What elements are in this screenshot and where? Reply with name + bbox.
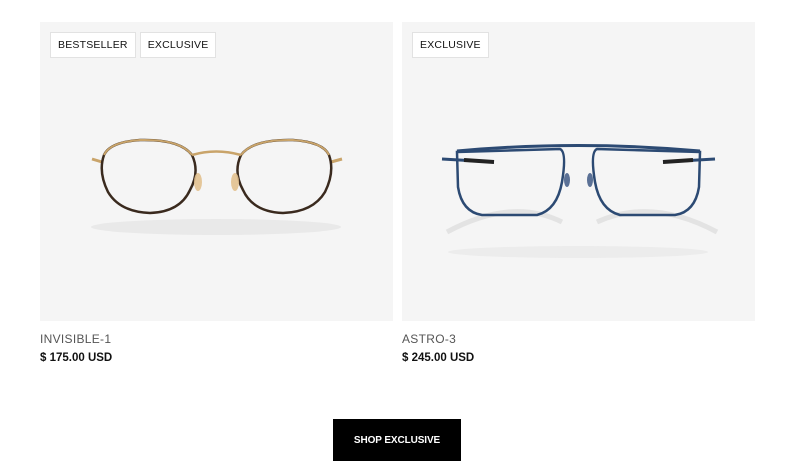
product-image-container[interactable]: EXCLUSIVE xyxy=(402,22,755,321)
product-name[interactable]: ASTRO-3 xyxy=(402,332,755,346)
shop-exclusive-button[interactable]: SHOP EXCLUSIVE xyxy=(333,419,461,461)
product-card-astro-3[interactable]: EXCLUSIVE ASTRO-3 $ 245.00 USD xyxy=(402,22,755,364)
product-name[interactable]: INVISIBLE-1 xyxy=(40,332,393,346)
product-price: $ 245.00 USD xyxy=(402,352,475,364)
rectangular-eyeglasses-image xyxy=(441,144,719,258)
product-card-invisible-1[interactable]: BESTSELLER EXCLUSIVE INVISIBLE-1 $ 175.0… xyxy=(40,22,393,364)
product-image-container[interactable]: BESTSELLER EXCLUSIVE xyxy=(40,22,393,321)
round-eyeglasses-image xyxy=(91,138,343,235)
product-price: $ 175.00 USD xyxy=(40,352,113,364)
